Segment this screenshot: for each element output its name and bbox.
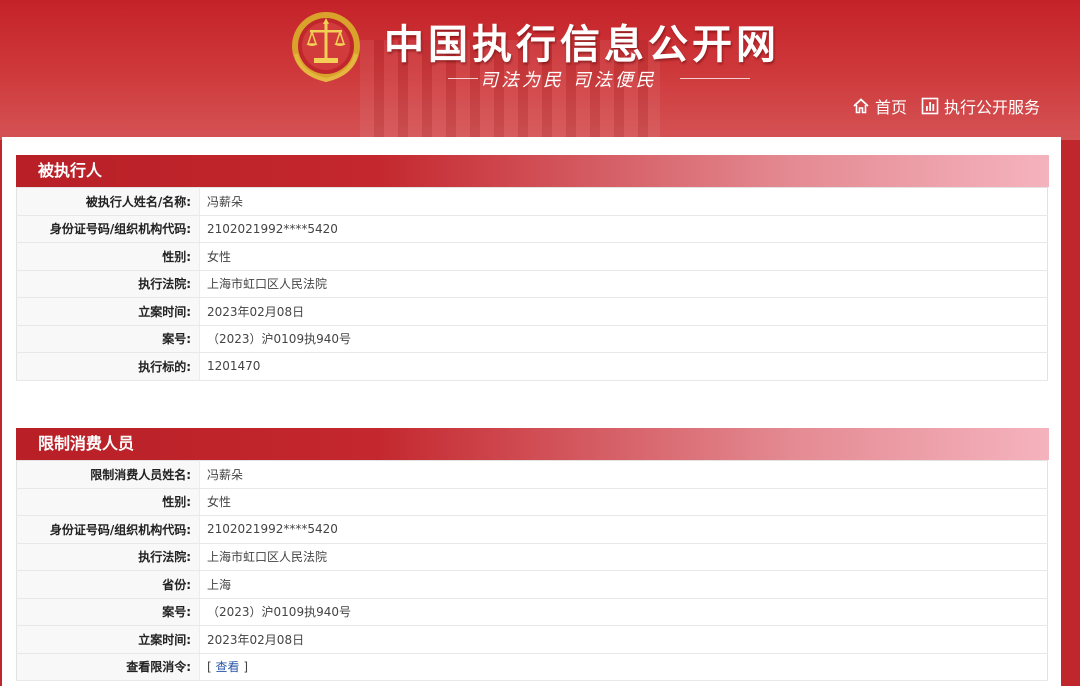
court-emblem-icon	[292, 12, 360, 83]
row-value: 2023年02月08日	[199, 297, 1048, 326]
table-row: 限制消费人员姓名: 冯薪朵	[16, 460, 1048, 489]
table-row: 身份证号码/组织机构代码: 2102021992****5420	[16, 215, 1048, 243]
table-row: 立案时间: 2023年02月08日	[16, 625, 1048, 654]
consumption-restriction-table: 限制消费人员姓名: 冯薪朵 性别: 女性 身份证号码/组织机构代码: 21020…	[16, 460, 1048, 681]
nav-enforcement-service-label: 执行公开服务	[943, 98, 1040, 117]
row-label: 立案时间:	[16, 625, 200, 654]
row-label: 身份证号码/组织机构代码:	[16, 515, 200, 544]
link-bracket-close: ]	[243, 660, 249, 675]
row-label: 案号:	[16, 598, 200, 626]
row-value: 2102021992****5420	[199, 215, 1048, 243]
table-row: 查看限消令: [ 查看 ]	[16, 653, 1048, 681]
site-slogan: 司法为民 司法便民	[480, 70, 657, 91]
section-title: 被执行人	[16, 155, 1049, 187]
row-value: 上海	[199, 570, 1048, 599]
section-title: 限制消费人员	[16, 428, 1049, 460]
row-value: （2023）沪0109执940号	[199, 598, 1048, 626]
site-header: 中国执行信息公开网 司法为民 司法便民 首页 执行公开服务	[0, 0, 1080, 140]
main-content: 被执行人 被执行人姓名/名称: 冯薪朵 身份证号码/组织机构代码: 210202…	[2, 137, 1061, 686]
section-consumption-restriction: 限制消费人员 限制消费人员姓名: 冯薪朵 性别: 女性 身份证号码/组织机构代码…	[16, 428, 1049, 681]
row-label: 案号:	[16, 325, 200, 353]
row-value: 女性	[199, 242, 1048, 271]
row-value: 2023年02月08日	[199, 625, 1048, 654]
row-label: 执行标的:	[16, 352, 200, 381]
row-label: 性别:	[16, 242, 200, 271]
row-value: 上海市虹口区人民法院	[199, 543, 1048, 571]
nav-enforcement-service[interactable]: 执行公开服务	[921, 94, 1040, 118]
row-value: 上海市虹口区人民法院	[199, 270, 1048, 298]
row-value: （2023）沪0109执940号	[199, 325, 1048, 353]
table-row: 身份证号码/组织机构代码: 2102021992****5420	[16, 515, 1048, 544]
table-row: 性别: 女性	[16, 242, 1048, 271]
row-value: 冯薪朵	[199, 460, 1048, 489]
chart-icon	[921, 97, 939, 115]
row-label: 性别:	[16, 488, 200, 516]
judgment-debtor-table: 被执行人姓名/名称: 冯薪朵 身份证号码/组织机构代码: 2102021992*…	[16, 187, 1048, 381]
nav-home-label: 首页	[874, 98, 907, 117]
row-label: 执行法院:	[16, 270, 200, 298]
table-row: 立案时间: 2023年02月08日	[16, 297, 1048, 326]
table-row: 执行法院: 上海市虹口区人民法院	[16, 270, 1048, 298]
view-restriction-order-link[interactable]: 查看	[216, 660, 240, 674]
table-row: 案号: （2023）沪0109执940号	[16, 598, 1048, 626]
row-label: 被执行人姓名/名称:	[16, 187, 200, 216]
table-row: 省份: 上海	[16, 570, 1048, 599]
table-row: 案号: （2023）沪0109执940号	[16, 325, 1048, 353]
table-row: 执行法院: 上海市虹口区人民法院	[16, 543, 1048, 571]
table-row: 被执行人姓名/名称: 冯薪朵	[16, 187, 1048, 216]
top-nav: 首页 执行公开服务	[852, 94, 1040, 118]
row-value: [ 查看 ]	[199, 653, 1048, 681]
nav-home[interactable]: 首页	[852, 94, 907, 118]
site-title: 中国执行信息公开网	[384, 21, 780, 68]
row-label: 执行法院:	[16, 543, 200, 571]
table-row: 性别: 女性	[16, 488, 1048, 516]
row-label: 身份证号码/组织机构代码:	[16, 215, 200, 243]
table-row: 执行标的: 1201470	[16, 352, 1048, 381]
row-label: 查看限消令:	[16, 653, 200, 681]
row-value: 1201470	[199, 352, 1048, 381]
row-label: 限制消费人员姓名:	[16, 460, 200, 489]
row-label: 省份:	[16, 570, 200, 599]
row-value: 女性	[199, 488, 1048, 516]
row-label: 立案时间:	[16, 297, 200, 326]
row-value: 2102021992****5420	[199, 515, 1048, 544]
home-icon	[853, 98, 869, 114]
section-judgment-debtor: 被执行人 被执行人姓名/名称: 冯薪朵 身份证号码/组织机构代码: 210202…	[16, 155, 1049, 381]
row-value: 冯薪朵	[199, 187, 1048, 216]
link-bracket-open: [	[207, 660, 212, 675]
